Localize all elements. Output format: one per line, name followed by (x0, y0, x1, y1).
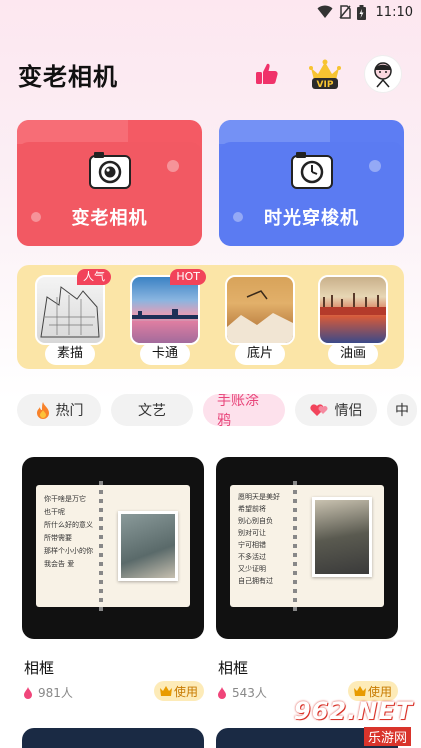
page-title: 变老相机 (18, 62, 118, 91)
vip-button[interactable]: VIP (305, 54, 345, 94)
popular-badge: 人气 (77, 269, 111, 285)
oil-image (320, 293, 386, 315)
avatar (364, 55, 402, 93)
card-tab (219, 120, 330, 144)
template-title: 相框 (24, 659, 55, 677)
no-sim-icon (338, 5, 351, 19)
status-time: 11:10 (375, 4, 413, 20)
template-preview: 愿明天是美好 希望前将 别心别自负 别对可让 宁可相错 不多活过 又少证明 自己… (216, 457, 398, 639)
tab-label: 手账涂鸦 (217, 394, 259, 428)
template-card-partial[interactable] (22, 728, 204, 748)
time-machine-card[interactable]: 时光穿梭机 (219, 120, 404, 246)
hot-badge: HOT (170, 269, 206, 285)
negative-image (227, 290, 293, 343)
notebook-spine (293, 481, 297, 613)
tab-literary[interactable]: 文艺 (111, 394, 193, 426)
handwritten-text: 你干啥是万它 也干呢 所什么好的意义 所带需要 那样个小小的你 我会告 爱 (44, 495, 93, 568)
card-label: 变老相机 (71, 208, 148, 229)
hearts-icon (309, 402, 330, 418)
crown-icon (353, 686, 366, 696)
template-photo (118, 511, 178, 581)
style-label: 卡通 (140, 343, 190, 365)
card-tab (17, 120, 128, 144)
tab-overflow[interactable]: 中 (387, 394, 417, 426)
negative-thumbnail (225, 275, 295, 345)
template-photo (312, 497, 372, 577)
tab-journal-doodle[interactable]: 手账涂鸦 (203, 394, 285, 428)
sketch-image (40, 286, 100, 338)
style-filters-panel: 人气 素描 HOT 卡通 底片 油画 (17, 265, 404, 369)
thumbs-up-icon (256, 63, 278, 84)
style-sketch[interactable]: 人气 素描 (35, 269, 111, 365)
watermark-sub: 乐游网 (363, 727, 411, 746)
cartoon-image (132, 309, 198, 343)
usage-count: 543人 (216, 684, 267, 701)
sketch-thumbnail (35, 275, 105, 345)
clock-camera-icon (290, 152, 333, 189)
card-label: 时光穿梭机 (264, 208, 359, 229)
status-bar: 11:10 (0, 0, 421, 24)
notebook-spine (99, 481, 103, 613)
handwritten-text: 愿明天是美好 希望前将 别心别自负 别对可让 宁可相错 不多活过 又少证明 自己… (238, 493, 280, 585)
template-title: 相框 (218, 659, 249, 677)
style-label: 底片 (235, 343, 285, 365)
oil-thumbnail (318, 275, 388, 345)
tab-hot[interactable]: 热门 (17, 394, 101, 426)
tab-label-partial: 中 (395, 403, 409, 419)
category-tabs: 热门 文艺 手账涂鸦 情侣 中 (17, 394, 421, 428)
feature-cards: 变老相机 时光穿梭机 (17, 120, 404, 248)
header-actions: VIP (247, 54, 403, 94)
style-cartoon[interactable]: HOT 卡通 (130, 269, 206, 365)
aging-camera-card[interactable]: 变老相机 (17, 120, 202, 246)
decor-dot (369, 160, 381, 172)
flame-icon (218, 686, 226, 699)
usage-count: 981人 (22, 684, 73, 701)
tab-label: 文艺 (138, 403, 166, 419)
avatar-face-icon (374, 62, 392, 88)
fire-icon (35, 401, 51, 419)
template-card[interactable]: 你干啥是万它 也干呢 所什么好的意义 所带需要 那样个小小的你 我会告 爱 相框… (22, 457, 204, 707)
style-negative[interactable]: 底片 (225, 275, 295, 365)
tab-couple[interactable]: 情侣 (295, 394, 377, 426)
use-template-button[interactable]: 使用 (153, 681, 204, 701)
style-label: 油画 (328, 343, 378, 365)
like-button[interactable] (247, 54, 287, 94)
crown-icon (159, 686, 172, 696)
wifi-icon (317, 5, 333, 18)
template-preview: 你干啥是万它 也干呢 所什么好的意义 所带需要 那样个小小的你 我会告 爱 (22, 457, 204, 639)
battery-icon (356, 4, 366, 20)
decor-dot (167, 160, 179, 172)
style-oil-painting[interactable]: 油画 (318, 275, 388, 365)
cartoon-thumbnail (130, 275, 200, 345)
style-label: 素描 (45, 343, 95, 365)
profile-button[interactable] (363, 54, 403, 94)
watermark-main: 962.NET (293, 697, 413, 725)
svg-text:VIP: VIP (317, 80, 334, 90)
vip-crown-icon: VIP (309, 59, 341, 90)
flame-icon (24, 686, 32, 699)
tab-label: 情侣 (334, 403, 363, 419)
tab-label: 热门 (55, 403, 84, 419)
app-header: 变老相机 VIP (18, 52, 403, 96)
template-card[interactable]: 愿明天是美好 希望前将 别心别自负 别对可让 宁可相错 不多活过 又少证明 自己… (216, 457, 398, 707)
camera-icon (88, 152, 131, 189)
site-watermark: 962.NET 乐游网 (281, 697, 417, 747)
